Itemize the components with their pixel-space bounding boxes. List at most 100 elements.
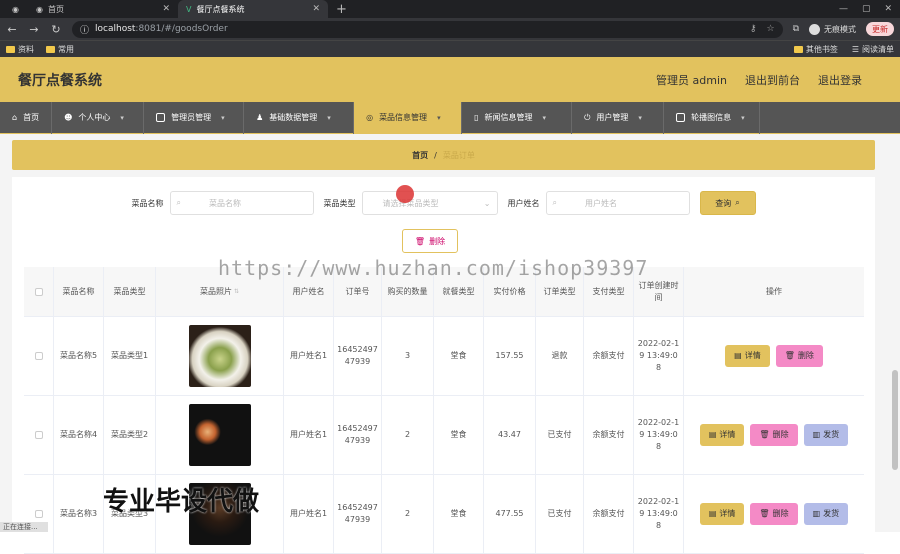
app-title: 餐厅点餐系统 <box>18 70 102 90</box>
breadcrumb-home[interactable]: 首页 <box>412 150 428 161</box>
dish-name-label: 菜品名称 <box>132 198 164 209</box>
browser-status: 正在连接... <box>0 522 48 532</box>
key-icon[interactable]: ⚷ <box>750 24 757 34</box>
page-scrollbar[interactable] <box>892 370 898 470</box>
admin-user-label: 管理员 admin <box>656 72 727 88</box>
col-dish-type[interactable]: 菜品类型 <box>104 267 156 316</box>
col-pay-type[interactable]: 支付类型 <box>584 267 634 316</box>
cell-order-type: 退款 <box>536 317 584 395</box>
cell-pay-type: 余额支付 <box>584 317 634 395</box>
nav-news-info[interactable]: ▯新闻信息管理▾ <box>462 102 572 134</box>
bookmark-folder-1[interactable]: 资料 <box>6 44 34 55</box>
address-toolbar: ← → ↻ ⓘ localhost:8081/#/goodsOrder ⚷☆ ⧉… <box>0 18 900 40</box>
dish-photo[interactable] <box>189 404 251 466</box>
window-close-icon[interactable]: ✕ <box>884 4 892 14</box>
content-panel: 菜品名称 ⌕菜品名称 菜品类型 请选择菜品类型⌄ 用户姓名 ⌕用户姓名 查询⌕ … <box>12 177 875 532</box>
ship-button[interactable]: ▥发货 <box>804 503 849 525</box>
cell-order-no: 1645249747939 <box>334 396 382 474</box>
cell-dish-type: 菜品类型2 <box>104 396 156 474</box>
document-icon: ▤ <box>709 508 717 520</box>
nav-dish-info[interactable]: ◎菜品信息管理▾ <box>354 102 462 134</box>
cell-order-type: 已支付 <box>536 475 584 553</box>
row-checkbox[interactable] <box>35 352 43 360</box>
user-name-input[interactable]: ⌕用户姓名 <box>546 191 690 215</box>
nav-carousel[interactable]: 轮播图信息▾ <box>664 102 760 134</box>
back-to-frontend-link[interactable]: 退出到前台 <box>745 72 800 88</box>
cell-quantity: 3 <box>382 317 434 395</box>
reload-icon[interactable]: ↻ <box>50 23 62 36</box>
close-tab-icon[interactable]: ✕ <box>162 4 170 14</box>
col-dish-photo[interactable]: 菜品照片⇅ <box>156 267 284 316</box>
cell-price: 157.55 <box>484 317 536 395</box>
detail-button[interactable]: ▤详情 <box>725 345 770 367</box>
sort-icon: ⇅ <box>234 287 239 296</box>
browser-tab-1[interactable]: ◉ <box>4 0 28 18</box>
dish-type-label: 菜品类型 <box>324 198 356 209</box>
incognito-indicator[interactable]: 无痕模式 <box>809 24 856 35</box>
chevron-down-icon: ▾ <box>638 114 642 122</box>
chevron-down-icon: ▾ <box>741 114 745 122</box>
col-price[interactable]: 实付价格 <box>484 267 536 316</box>
star-icon[interactable]: ☆ <box>766 24 774 34</box>
browser-tab-home[interactable]: ◉首页✕ <box>28 0 178 18</box>
close-tab-icon[interactable]: ✕ <box>312 4 320 14</box>
dish-name-input[interactable]: ⌕菜品名称 <box>170 191 314 215</box>
query-button[interactable]: 查询⌕ <box>700 191 756 215</box>
cell-order-no: 1645249747939 <box>334 475 382 553</box>
dish-photo[interactable] <box>189 325 251 387</box>
folder-icon <box>46 46 55 53</box>
back-icon[interactable]: ← <box>6 23 18 36</box>
vue-logo-icon: V <box>186 5 191 14</box>
dish-photo[interactable] <box>189 483 251 545</box>
breadcrumb-current: 菜品订单 <box>443 150 475 161</box>
delete-button[interactable]: 🗑删除 <box>750 503 797 525</box>
col-dish-name[interactable]: 菜品名称 <box>54 267 104 316</box>
ship-button[interactable]: ▥发货 <box>804 424 849 446</box>
mouse-cursor-highlight <box>396 185 414 203</box>
new-tab-button[interactable]: + <box>336 2 347 17</box>
extensions-icon[interactable]: ⧉ <box>793 24 799 34</box>
nav-admin-manage[interactable]: 管理员管理▾ <box>144 102 244 134</box>
detail-button[interactable]: ▤详情 <box>700 503 745 525</box>
col-user-name[interactable]: 用户姓名 <box>284 267 334 316</box>
nav-user-manage[interactable]: ⏻用户管理▾ <box>572 102 664 134</box>
logout-link[interactable]: 退出登录 <box>818 72 862 88</box>
col-order-no[interactable]: 订单号 <box>334 267 382 316</box>
select-all-checkbox[interactable] <box>35 288 43 296</box>
detail-button[interactable]: ▤详情 <box>700 424 745 446</box>
reading-list[interactable]: ☰阅读清单 <box>852 44 894 55</box>
delete-button[interactable]: 🗑删除 <box>750 424 797 446</box>
browser-tab-app[interactable]: V餐厅点餐系统✕ <box>178 0 328 18</box>
table-row: 菜品名称4 菜品类型2 用户姓名1 1645249747939 2 堂食 43.… <box>24 396 864 475</box>
bookmarks-bar: 资料 常用 其他书签 ☰阅读清单 <box>0 40 900 57</box>
maximize-icon[interactable]: ▢ <box>862 4 871 14</box>
cell-user-name: 用户姓名1 <box>284 475 334 553</box>
delete-button[interactable]: 🗑删除 <box>776 345 823 367</box>
col-quantity[interactable]: 购买的数量 <box>382 267 434 316</box>
cell-order-type: 已支付 <box>536 396 584 474</box>
row-checkbox[interactable] <box>35 431 43 439</box>
info-icon[interactable]: ⓘ <box>80 23 89 36</box>
minimize-icon[interactable]: — <box>839 4 848 14</box>
cell-create-time: 2022-02-19 13:49:08 <box>634 475 684 553</box>
batch-delete-button[interactable]: 🗑删除 <box>402 229 458 253</box>
row-checkbox[interactable] <box>35 510 43 518</box>
dish-icon: ◎ <box>366 113 373 122</box>
col-create-time[interactable]: 订单创建时间 <box>634 267 684 316</box>
col-order-type[interactable]: 订单类型 <box>536 267 584 316</box>
dish-type-select[interactable]: 请选择菜品类型⌄ <box>362 191 498 215</box>
nav-home[interactable]: ⌂首页 <box>0 102 52 134</box>
nav-base-data[interactable]: ♟基础数据管理▾ <box>244 102 354 134</box>
cell-user-name: 用户姓名1 <box>284 396 334 474</box>
other-bookmarks[interactable]: 其他书签 <box>794 44 838 55</box>
bookmark-folder-2[interactable]: 常用 <box>46 44 74 55</box>
col-dine-type[interactable]: 就餐类型 <box>434 267 484 316</box>
url-bar[interactable]: ⓘ localhost:8081/#/goodsOrder ⚷☆ <box>72 21 783 38</box>
cell-dish-name: 菜品名称4 <box>54 396 104 474</box>
globe-icon: ◉ <box>12 5 19 14</box>
nav-personal-center[interactable]: ☻个人中心▾ <box>52 102 144 134</box>
forward-icon[interactable]: → <box>28 23 40 36</box>
incognito-icon <box>809 24 820 35</box>
document-icon: ▤ <box>734 350 742 362</box>
update-button[interactable]: 更新 <box>866 22 894 36</box>
